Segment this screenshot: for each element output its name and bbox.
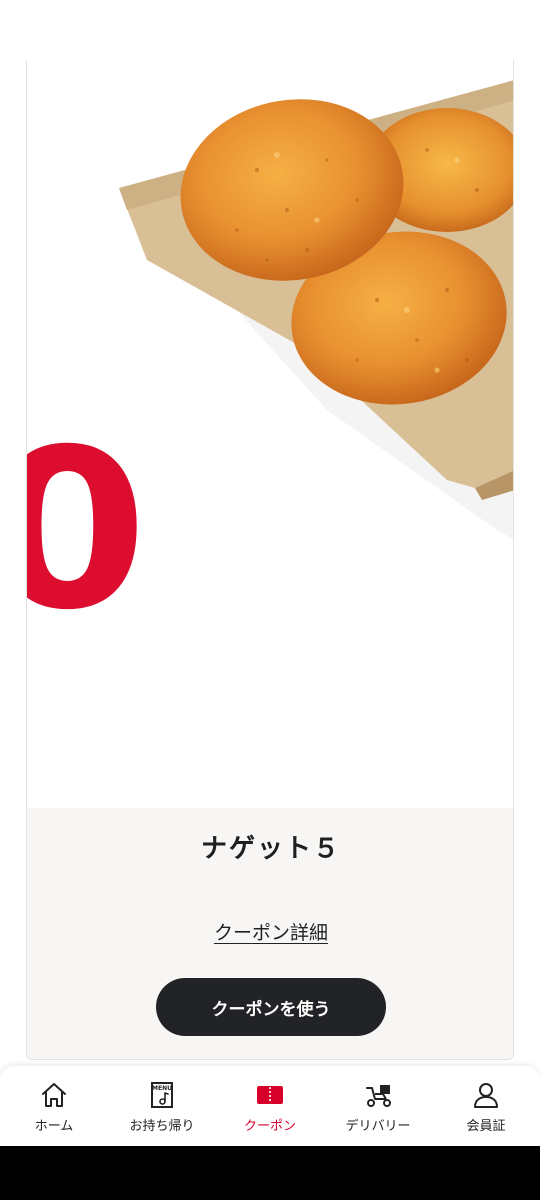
nav-label-delivery: デリバリー	[345, 1119, 411, 1134]
nav-label-coupon: クーポン	[243, 1119, 296, 1134]
coupon-page: 0 ナゲット５ クーポン詳細 クーポンを使う ホーム MENU	[0, 0, 540, 1200]
coupon-info: ナゲット５ クーポン詳細 クーポンを使う	[27, 808, 513, 1059]
nav-item-delivery[interactable]: デリバリー	[324, 1066, 432, 1146]
nav-item-home[interactable]: ホーム	[0, 1066, 108, 1146]
nav-item-coupon[interactable]: クーポン	[216, 1066, 324, 1146]
home-icon	[39, 1081, 69, 1109]
coupon-icon	[255, 1081, 285, 1109]
use-coupon-button[interactable]: クーポンを使う	[156, 978, 386, 1036]
delivery-icon	[363, 1081, 393, 1109]
nav-label-home: ホーム	[34, 1119, 74, 1134]
nav-label-takeout: お持ち帰り	[129, 1119, 195, 1134]
nav-item-takeout[interactable]: MENU お持ち帰り	[108, 1066, 216, 1146]
menu-icon-text: MENU	[152, 1085, 172, 1092]
menu-icon: MENU	[147, 1081, 177, 1109]
bottom-nav: ホーム MENU お持ち帰り クーポン デリバリー 会員証	[0, 1066, 540, 1146]
price-digit: 0	[27, 420, 148, 640]
nav-label-member: 会員証	[466, 1119, 506, 1134]
coupon-detail-link[interactable]: クーポン詳細	[27, 918, 513, 945]
nuggets-image: 0	[27, 60, 513, 808]
nav-item-member[interactable]: 会員証	[432, 1066, 540, 1146]
member-icon	[471, 1081, 501, 1109]
coupon-card[interactable]: 0 ナゲット５ クーポン詳細 クーポンを使う	[26, 60, 514, 1060]
item-name: ナゲット５	[200, 834, 341, 864]
system-navigation-bar	[0, 1146, 540, 1200]
